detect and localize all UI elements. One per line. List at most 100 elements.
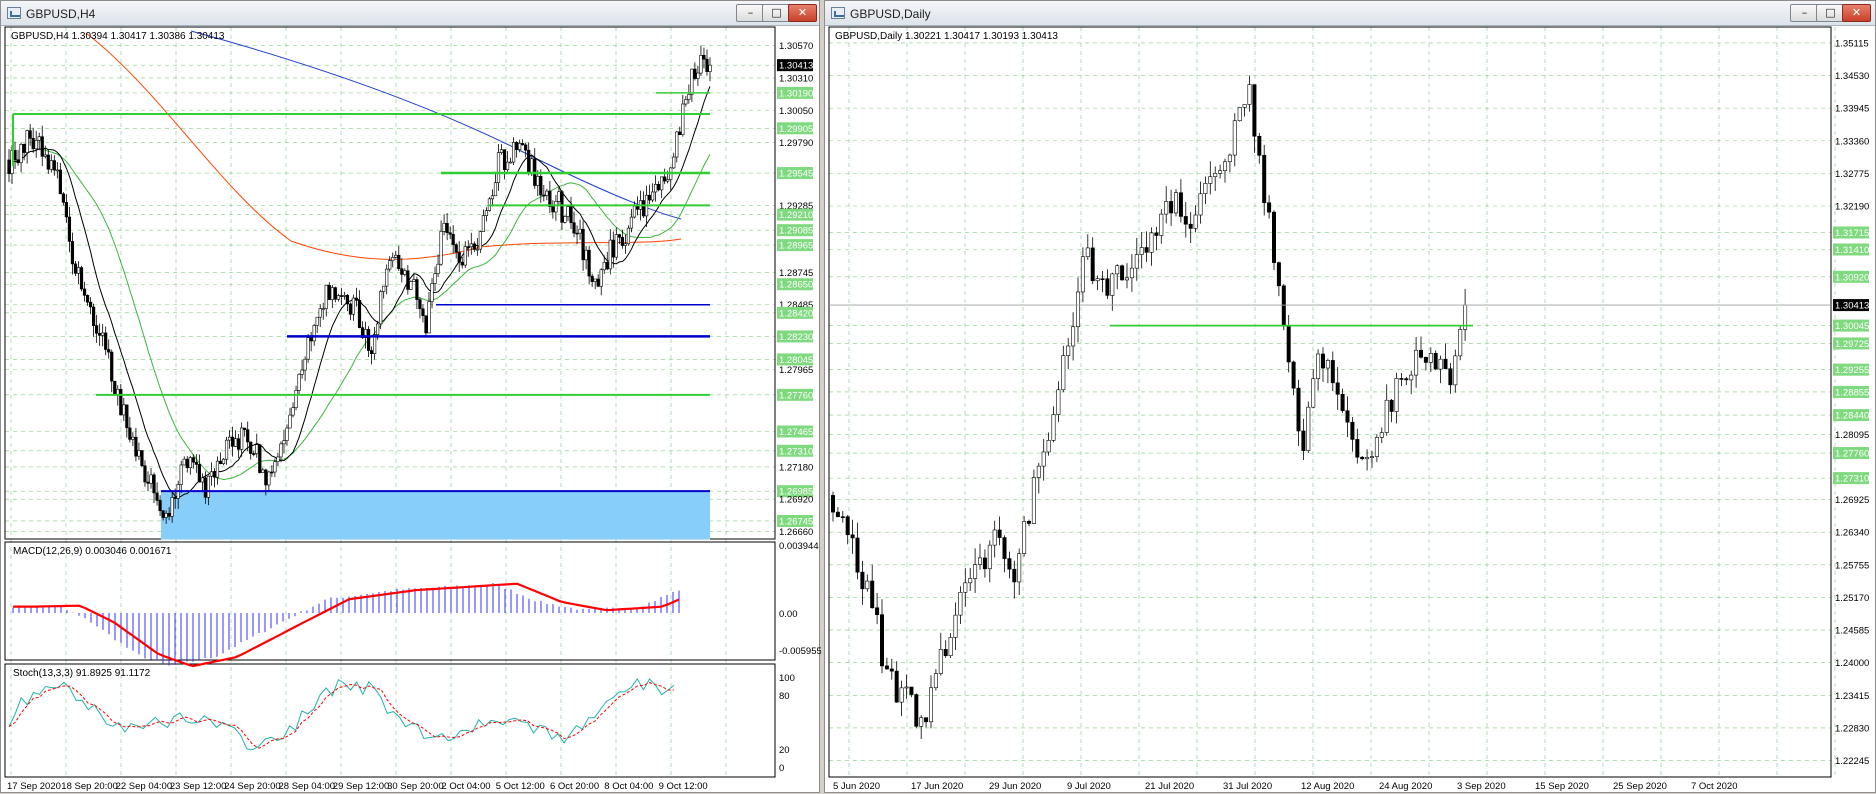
candle-body <box>418 299 422 310</box>
candle-body <box>454 244 458 253</box>
candle-body <box>1159 213 1164 236</box>
macd-scale-label: 0.003944 <box>779 541 819 552</box>
chart-window-daily[interactable]: GBPUSD,Daily – □ ✕ 1.35115 1.34530 1.33945… <box>824 0 1876 793</box>
price-label: 1.26745 <box>779 516 813 527</box>
candle-body <box>1012 568 1017 583</box>
candle-body <box>575 232 579 235</box>
candle-body <box>385 268 389 287</box>
candle-body <box>1085 247 1090 258</box>
candle-body <box>158 500 162 512</box>
candle-body <box>1027 521 1032 524</box>
candle-body <box>626 227 631 245</box>
stoch-scale-label: 20 <box>779 745 790 756</box>
candle-body <box>581 228 585 261</box>
candle-body <box>430 283 434 302</box>
price-label: 1.30413 <box>1835 301 1869 312</box>
price-label: 1.29725 <box>1835 339 1869 350</box>
candle-body <box>860 571 865 590</box>
candle-body <box>831 495 836 513</box>
candle-body <box>22 144 26 153</box>
h4-chart-canvas[interactable]: 1.30570 1.304131.30310 1.30190 1.30050 1.299… <box>1 1 821 794</box>
candle-body <box>958 591 963 616</box>
candle-body <box>1374 437 1379 457</box>
time-axis[interactable]: 17 Sep 2020 18 Sep 20:0022 Sep 04:0023 Se… <box>7 781 708 792</box>
price-label: 1.29085 <box>779 226 813 237</box>
candle-body <box>1443 358 1448 370</box>
time-label: 18 Sep 20:00 <box>61 781 118 792</box>
candle-body <box>611 239 615 258</box>
candle-body <box>167 513 171 517</box>
candle-body <box>321 308 325 310</box>
candle-body <box>596 278 600 287</box>
candle-body <box>566 206 570 217</box>
candle-body <box>536 176 540 186</box>
candle-body <box>88 301 93 308</box>
candle-body <box>330 287 334 300</box>
candle-body <box>1120 265 1125 281</box>
candle-body <box>143 465 147 483</box>
support-zone <box>161 491 710 540</box>
candle-body <box>288 414 292 429</box>
candle-body <box>79 267 84 290</box>
candle-body <box>1389 399 1394 412</box>
candle-body <box>1448 368 1453 386</box>
candle-body <box>1227 154 1232 163</box>
price-label: 1.29905 <box>779 124 813 135</box>
candle-body <box>188 457 192 469</box>
time-axis[interactable]: 5 Jun 2020 17 Jun 2020 29 Jun 2020 9 Jul 20… <box>833 781 1737 792</box>
price-label: 1.24585 <box>1835 626 1869 637</box>
candle-body <box>963 582 968 593</box>
candle-body <box>518 143 522 150</box>
candle-body <box>875 607 880 615</box>
time-label: 9 Jul 2020 <box>1067 781 1111 792</box>
candle-body <box>161 510 165 518</box>
candle-body <box>578 228 582 234</box>
candle-body <box>294 390 298 408</box>
time-label: 9 Oct 12:00 <box>659 781 708 792</box>
candle-body <box>840 516 845 518</box>
candle-body <box>584 249 588 261</box>
candle-body <box>614 234 618 258</box>
candle-body <box>542 194 546 197</box>
price-scale[interactable]: 1.35115 1.34530 1.33945 1.33360 1.32775 1.321… <box>1833 38 1869 767</box>
price-label: 1.30413 <box>779 61 813 72</box>
candle-body <box>1208 176 1213 184</box>
candle-body <box>657 184 661 191</box>
candle-body <box>230 436 235 447</box>
candle-body <box>1247 84 1252 105</box>
candle-body <box>678 131 682 136</box>
candle-body <box>300 369 304 375</box>
price-label: 1.27760 <box>1835 449 1869 460</box>
candle-body <box>1222 161 1227 172</box>
candle-body <box>472 243 476 250</box>
candle-body <box>348 303 353 315</box>
price-scale[interactable]: 1.30570 1.304131.30310 1.30190 1.30050 1.299… <box>777 41 813 538</box>
candle-body <box>1276 262 1281 287</box>
candle-body <box>702 54 706 60</box>
candle-body <box>539 176 543 196</box>
candle-body <box>933 673 938 689</box>
candle-body <box>258 444 262 473</box>
chart-window-h4[interactable]: GBPUSD,H4 – □ ✕ 1.30570 1.30413 1.30310 1.3… <box>0 0 821 794</box>
candle-body <box>560 191 564 223</box>
candle-body <box>224 439 229 460</box>
candle-body <box>357 300 362 328</box>
candle-body <box>708 64 712 72</box>
candle-body <box>394 254 398 258</box>
daily-chart-canvas[interactable]: 1.35115 1.34530 1.33945 1.33360 1.32775 1.321… <box>825 1 1876 794</box>
candle-body <box>64 202 69 218</box>
candle-body <box>246 429 250 443</box>
candle-body <box>696 72 700 79</box>
candle-body <box>173 497 177 499</box>
candle-body <box>1418 349 1423 358</box>
time-label: 30 Sep 20:00 <box>387 781 444 792</box>
candle-body <box>1286 325 1291 363</box>
candle-body <box>629 216 634 229</box>
candle-body <box>481 215 485 232</box>
price-label: 1.30920 <box>1835 272 1869 283</box>
stoch-scale-label: 0 <box>779 763 784 774</box>
candle-body <box>324 285 328 309</box>
candle-body <box>590 275 594 282</box>
candle-body <box>1369 456 1374 458</box>
candle-body <box>1071 326 1076 347</box>
